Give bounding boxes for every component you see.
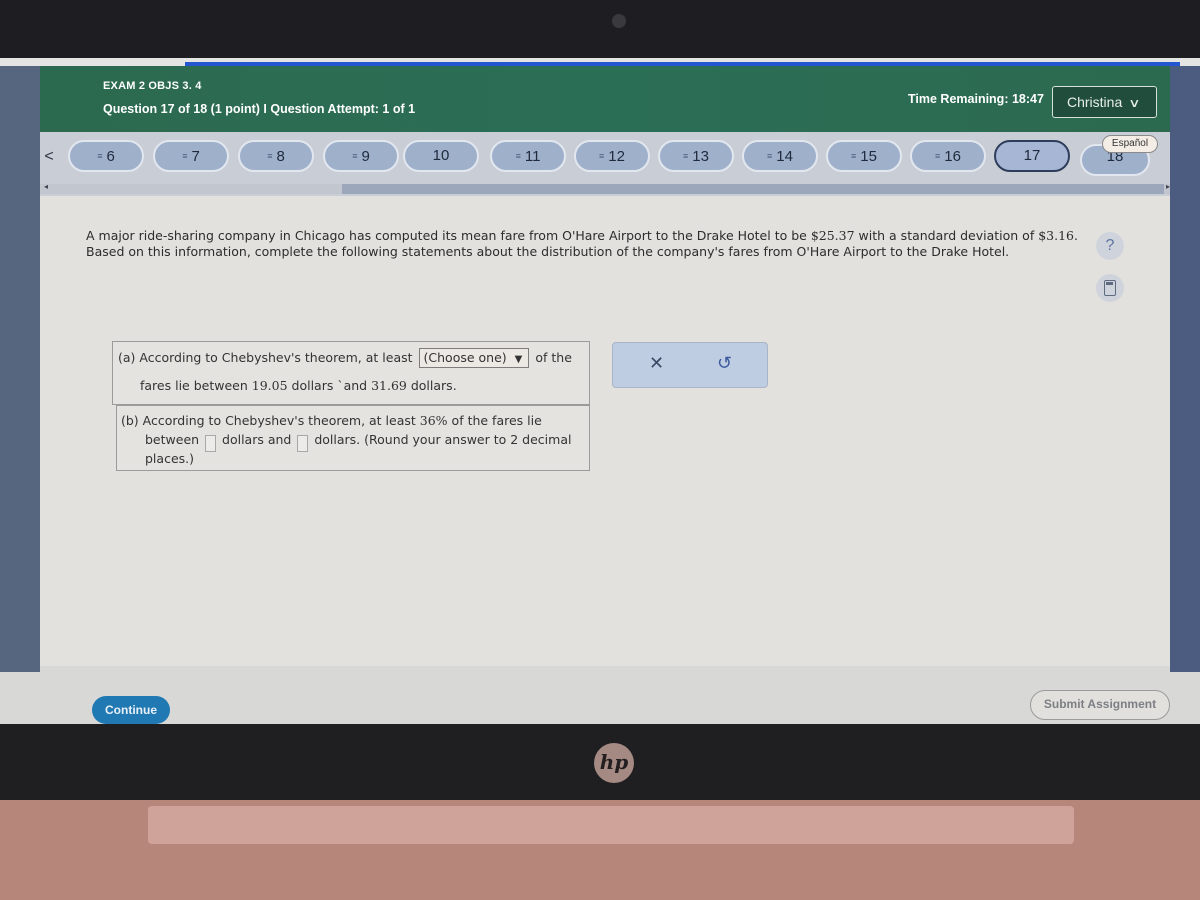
answered-icon: ≡ xyxy=(683,151,688,161)
percent-value: 36% xyxy=(419,413,448,428)
answered-icon: ≡ xyxy=(767,151,772,161)
user-name: Christina xyxy=(1067,94,1123,110)
question-content: A major ride-sharing company in Chicago … xyxy=(40,196,1170,724)
question-number: 9 xyxy=(361,148,370,165)
question-nav-item-9[interactable]: ≡ 9 xyxy=(323,140,399,172)
scroll-right-icon[interactable]: ▸ xyxy=(1166,182,1170,191)
problem-text: A major ride-sharing company in Chicago … xyxy=(86,228,811,243)
question-nav-item-11[interactable]: ≡ 11 xyxy=(490,140,566,172)
dropdown-value: (Choose one) xyxy=(423,350,507,365)
question-nav-item-6[interactable]: ≡ 6 xyxy=(68,140,144,172)
answered-icon: ≡ xyxy=(851,151,856,161)
question-number: 6 xyxy=(106,148,115,165)
part-b-text: dollars and xyxy=(222,432,292,447)
part-a-text: dollars. xyxy=(406,378,457,393)
part-a: (a) According to Chebyshev's theorem, at… xyxy=(112,341,590,405)
lower-bound: 19.05 xyxy=(251,378,288,393)
dropdown-arrow-icon: ▼ xyxy=(514,354,523,365)
part-a-text: fares lie between xyxy=(140,378,252,393)
part-b-text: between xyxy=(145,432,200,447)
question-nav-item-8[interactable]: ≡ 8 xyxy=(238,140,314,172)
question-number: 16 xyxy=(944,148,961,165)
scroll-left-icon[interactable]: ◂ xyxy=(44,182,48,191)
webcam xyxy=(612,14,626,28)
answered-icon: ≡ xyxy=(352,151,357,161)
problem-statement: A major ride-sharing company in Chicago … xyxy=(86,228,1086,260)
exam-title: EXAM 2 OBJS 3. 4 xyxy=(103,80,202,92)
part-a-suffix: of the xyxy=(535,350,572,365)
part-a-prefix: (a) According to Chebyshev's theorem, at… xyxy=(118,350,413,365)
laptop-hinge-bar xyxy=(148,806,1074,844)
calculator-button[interactable] xyxy=(1096,274,1124,302)
mean-value: $25.37 xyxy=(810,228,855,243)
answered-icon: ≡ xyxy=(97,151,102,161)
screen-edge-right xyxy=(1170,66,1200,672)
percent-dropdown[interactable]: (Choose one) ▼ xyxy=(418,348,530,368)
question-number: 10 xyxy=(432,147,450,164)
question-number: 11 xyxy=(524,148,541,165)
answered-icon: ≡ xyxy=(267,151,272,161)
question-number: 15 xyxy=(860,148,877,165)
upper-bound: 31.69 xyxy=(371,378,407,393)
question-nav-item-10[interactable]: 10 xyxy=(403,140,479,172)
question-nav-item-12[interactable]: ≡ 12 xyxy=(574,140,650,172)
part-b-suffix: of the fares lie xyxy=(447,413,542,428)
help-icon[interactable]: ? xyxy=(1096,232,1124,260)
part-b-prefix: (b) According to Chebyshev's theorem, at… xyxy=(121,413,420,428)
submit-assignment-button[interactable]: Submit Assignment xyxy=(1030,690,1170,720)
continue-button[interactable]: Continue xyxy=(92,696,170,724)
question-nav-item-14[interactable]: ≡ 14 xyxy=(742,140,818,172)
undo-icon[interactable]: ↺ xyxy=(717,353,732,374)
question-number: 8 xyxy=(276,148,285,165)
screen-edge-left xyxy=(0,66,40,672)
chevron-down-icon: ∨ xyxy=(1128,96,1141,110)
question-number: 17 xyxy=(1023,147,1041,164)
answered-icon: ≡ xyxy=(935,151,940,161)
problem-text: with a standard deviation of xyxy=(854,228,1039,243)
question-nav-item-7[interactable]: ≡ 7 xyxy=(153,140,229,172)
lower-bound-input[interactable] xyxy=(205,435,217,452)
part-b-line-3: places.) xyxy=(145,451,194,466)
hp-logo: hp xyxy=(594,743,634,783)
calculator-icon xyxy=(1104,280,1116,296)
answered-icon: ≡ xyxy=(515,151,521,161)
clear-icon[interactable]: ✕ xyxy=(649,353,664,374)
part-a-text: dollars ˋand xyxy=(287,378,372,393)
question-nav-item-13[interactable]: ≡ 13 xyxy=(658,140,734,172)
sd-value: $3.16 xyxy=(1038,228,1074,243)
question-navigation: < ≡ 6 ≡ 7 ≡ 8 ≡ 9 10 ≡ 11 ≡ 12 ≡ 13 ≡ 14 ≡ 15 ≡ 16 17 18 Españ… xyxy=(40,132,1170,196)
laptop-bezel-top xyxy=(0,0,1200,60)
question-nav-item-17[interactable]: 17 xyxy=(994,140,1070,172)
part-b-text: dollars. (Round your answer to 2 decimal xyxy=(314,432,572,447)
time-remaining: Time Remaining: 18:47 xyxy=(908,92,1044,106)
nav-scrollbar-thumb[interactable] xyxy=(342,184,1164,194)
problem-line-2: Based on this information, complete the … xyxy=(86,244,1010,259)
question-nav-item-16[interactable]: ≡ 16 xyxy=(910,140,986,172)
upper-bound-input[interactable] xyxy=(297,435,309,452)
question-number: 12 xyxy=(608,148,625,165)
part-b: (b) According to Chebyshev's theorem, at… xyxy=(116,405,590,471)
espanol-toggle[interactable]: Español xyxy=(1102,135,1158,153)
question-number: 14 xyxy=(776,148,793,165)
problem-text: . xyxy=(1074,228,1078,243)
user-menu-button[interactable]: Christina ∨ xyxy=(1052,86,1157,118)
question-number: 13 xyxy=(692,148,709,165)
question-nav-item-15[interactable]: ≡ 15 xyxy=(826,140,902,172)
question-info: Question 17 of 18 (1 point) I Question A… xyxy=(103,102,416,116)
problem-line-1: A major ride-sharing company in Chicago … xyxy=(86,228,1086,244)
answered-icon: ≡ xyxy=(599,151,604,161)
answer-actions: ✕ ↺ xyxy=(612,342,768,388)
question-number: 7 xyxy=(191,148,200,165)
answered-icon: ≡ xyxy=(182,151,187,161)
aleks-header: EXAM 2 OBJS 3. 4 Question 17 of 18 (1 po… xyxy=(40,66,1170,132)
